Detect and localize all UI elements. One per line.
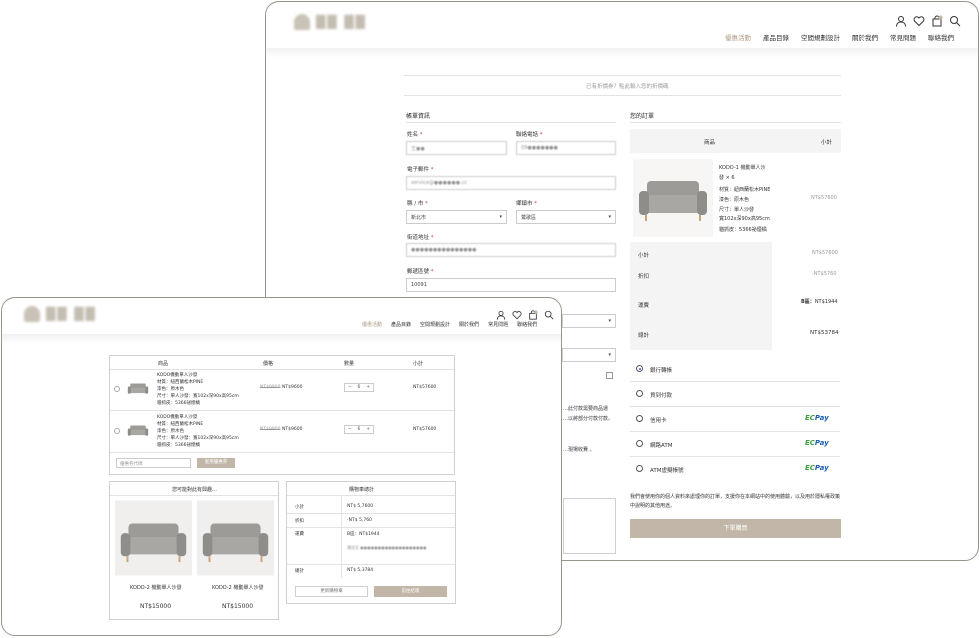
update-cart-button[interactable]: 更新購物車 bbox=[295, 586, 368, 597]
logo-mark-icon bbox=[294, 14, 310, 30]
cart-window: ██ ██ 優惠活動 產品目錄 空間規劃設計 關於我們 常見問題 聯絡我們 商品… bbox=[1, 297, 562, 636]
coupon-notice[interactable]: 已有折價券？點此輸入您的折價碼 bbox=[586, 82, 669, 90]
cart-icon[interactable] bbox=[528, 305, 538, 320]
cart-totals: 購物車總計 小計 NT$ 5,7600 折扣 -NT$ 5,760 運費 B區：… bbox=[286, 481, 456, 604]
chevron-down-icon: ▾ bbox=[608, 318, 611, 324]
sofa-thumbnail bbox=[127, 425, 149, 436]
order-subtotal: NT$57600 bbox=[812, 250, 838, 256]
address-field[interactable]: ●●●●●●●●●●●●●●● bbox=[406, 243, 616, 257]
order-product-name: KODO-1 機動單人沙 bbox=[719, 165, 766, 171]
coupon-code-input[interactable]: 優惠券代碼 bbox=[116, 458, 191, 468]
radio-bank-transfer[interactable] bbox=[636, 365, 643, 372]
hidden-checkbox[interactable] bbox=[606, 372, 613, 379]
logo-mark-icon bbox=[24, 306, 40, 322]
hidden-select-2[interactable]: ▾ bbox=[562, 348, 616, 362]
brand-logo[interactable]: ██ ██ bbox=[294, 14, 367, 30]
district-label: 鄉鎮市 * bbox=[516, 201, 538, 207]
search-icon[interactable] bbox=[949, 12, 961, 27]
quantity-stepper[interactable]: −6 + bbox=[344, 425, 374, 434]
radio-atm-virtual-account[interactable] bbox=[636, 465, 643, 472]
chevron-down-icon: ▾ bbox=[608, 214, 611, 220]
nav-contact[interactable]: 聯絡我們 bbox=[517, 321, 537, 328]
zip-label: 郵遞區號 * bbox=[407, 269, 434, 275]
nav-faq[interactable]: 常見問題 bbox=[488, 321, 508, 328]
cart-icon[interactable] bbox=[931, 12, 943, 27]
quantity-stepper[interactable]: −6 + bbox=[344, 383, 374, 392]
radio-web-atm[interactable] bbox=[636, 440, 643, 447]
nav-space-design[interactable]: 空間規劃設計 bbox=[420, 321, 450, 328]
chevron-down-icon: ▾ bbox=[499, 214, 502, 220]
header-shadow bbox=[2, 334, 561, 344]
billing-title: 帳單資訊 bbox=[406, 113, 431, 120]
name-field[interactable]: 王●● bbox=[406, 141, 507, 155]
recommendations: 您可能對此有興趣… KODO-2 機動單人沙發 NT$15000 KODO-2 … bbox=[109, 481, 279, 620]
nav-promotions[interactable]: 優惠活動 bbox=[725, 32, 751, 42]
main-nav: 優惠活動 產品目錄 空間規劃設計 關於我們 常見問題 聯絡我們 bbox=[725, 32, 954, 42]
nav-contact[interactable]: 聯絡我們 bbox=[928, 32, 954, 42]
order-title: 您的訂單 bbox=[630, 113, 655, 120]
place-order-button[interactable]: 下單購買 bbox=[630, 519, 841, 538]
chevron-down-icon: ▾ bbox=[608, 352, 611, 358]
cart-table: 商品 價格 數量 小計 KODO機動單人沙發 材質：紐西蘭松木PINE 漆色：原… bbox=[109, 355, 455, 475]
ecpay-logo-icon: ECPay bbox=[805, 414, 829, 422]
header-icons bbox=[895, 12, 961, 27]
nav-products[interactable]: 產品目錄 bbox=[391, 321, 411, 328]
nav-about[interactable]: 關於我們 bbox=[459, 321, 479, 328]
zip-field[interactable]: 10091 bbox=[406, 278, 616, 292]
order-total: NT$53784 bbox=[810, 330, 839, 336]
user-icon[interactable] bbox=[895, 12, 907, 27]
district-select[interactable]: 鶯歌區 ▾ bbox=[516, 210, 616, 224]
hidden-select-1[interactable]: ▾ bbox=[562, 314, 616, 328]
order-product-price: NT$57600 bbox=[811, 195, 837, 201]
payment-methods: 銀行轉帳 貨到付款 信用卡 ECPay 網路ATM ECPay ATM虛擬帳號 … bbox=[630, 357, 840, 482]
nav-about[interactable]: 關於我們 bbox=[852, 32, 878, 42]
sofa-product-image bbox=[633, 159, 713, 237]
address-label: 街道地址 * bbox=[407, 235, 434, 241]
heart-icon[interactable] bbox=[512, 305, 522, 320]
main-nav: 優惠活動 產品目錄 空間規劃設計 關於我們 常見問題 聯絡我們 bbox=[362, 321, 537, 328]
user-icon[interactable] bbox=[496, 305, 506, 320]
radio-cash-on-delivery[interactable] bbox=[636, 390, 643, 397]
city-label: 縣 / 市 * bbox=[407, 201, 428, 207]
remove-item-icon[interactable] bbox=[114, 386, 120, 392]
email-label: 電子郵件 * bbox=[407, 167, 434, 173]
header-shadow bbox=[266, 48, 978, 58]
phone-field[interactable]: 09●●●●●●● bbox=[516, 141, 616, 155]
brand-logo[interactable]: ██ ██ bbox=[24, 306, 97, 322]
header-icons bbox=[496, 305, 554, 320]
sofa-product-image bbox=[197, 500, 274, 576]
apply-coupon-button[interactable]: 套用優惠券 bbox=[197, 458, 235, 468]
heart-icon[interactable] bbox=[913, 12, 925, 27]
name-label: 姓名 * bbox=[407, 132, 423, 138]
checkout-button[interactable]: 前往結帳 bbox=[374, 586, 447, 597]
order-notes-textarea[interactable] bbox=[563, 498, 616, 554]
order-discount: -NT$5760 bbox=[812, 271, 837, 277]
privacy-notice: 我們會使用你的個人資料來處理你的訂單，支援你在本網站中的使用體驗，以及用於隱私權… bbox=[630, 494, 841, 509]
nav-space-design[interactable]: 空間規劃設計 bbox=[801, 32, 840, 42]
sofa-product-image bbox=[115, 500, 192, 576]
city-select[interactable]: 新北市 ▾ bbox=[406, 210, 507, 224]
ecpay-logo-icon: ECPay bbox=[805, 464, 829, 472]
radio-credit-card[interactable] bbox=[636, 415, 643, 422]
nav-products[interactable]: 產品目錄 bbox=[763, 32, 789, 42]
sofa-thumbnail bbox=[127, 383, 149, 394]
remove-item-icon[interactable] bbox=[114, 428, 120, 434]
order-table-header bbox=[630, 129, 841, 153]
search-icon[interactable] bbox=[544, 305, 554, 320]
phone-label: 聯絡電話 * bbox=[516, 132, 543, 138]
order-shipping: B區：NT$1944 bbox=[801, 299, 838, 305]
nav-faq[interactable]: 常見問題 bbox=[890, 32, 916, 42]
nav-promotions[interactable]: 優惠活動 bbox=[362, 321, 382, 328]
ecpay-logo-icon: ECPay bbox=[805, 439, 829, 447]
email-field[interactable]: service@●●●●●●.cc bbox=[406, 176, 616, 190]
